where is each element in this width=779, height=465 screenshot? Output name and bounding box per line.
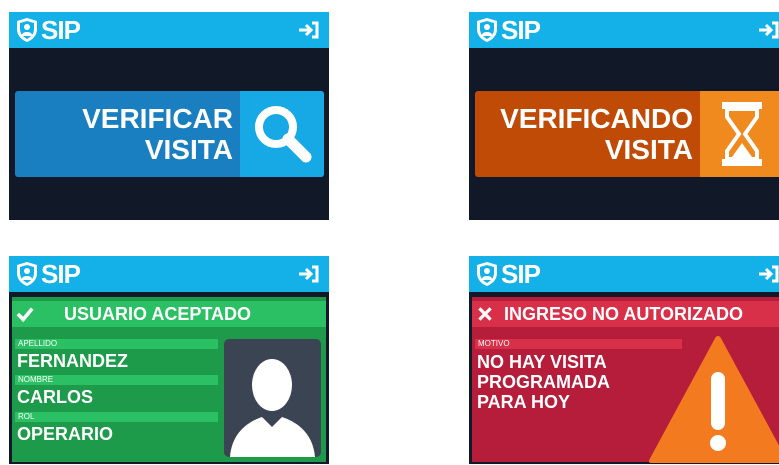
hourglass-icon (722, 102, 762, 166)
verifying-visit-line2: VISITA (604, 134, 693, 165)
last-name-label: APELLIDO (15, 339, 218, 349)
app-logo: SIP (475, 259, 541, 289)
checkmark-icon (12, 301, 38, 327)
denied-banner-text: INGRESO NO AUTORIZADO (504, 304, 744, 324)
accepted-banner-text: USUARIO ACEPTADO (64, 304, 252, 324)
search-icon-box (240, 91, 324, 177)
user-accepted-card: USUARIO ACEPTADO APELLIDO FERNANDEZ NOMB… (12, 297, 326, 462)
verifying-screen: SIP VERIFICANDO VISITA (469, 12, 779, 220)
user-photo-placeholder (224, 339, 321, 457)
app-header: SIP (9, 256, 329, 292)
logout-icon[interactable] (757, 21, 779, 39)
access-denied-card: INGRESO NO AUTORIZADO MOTIVO NO HAY VISI… (472, 297, 779, 463)
warning-icon (649, 336, 779, 463)
app-logo-text: SIP (41, 15, 81, 45)
logout-icon[interactable] (757, 265, 779, 283)
user-silhouette-icon (230, 359, 315, 457)
shield-icon (17, 262, 37, 286)
accepted-banner: USUARIO ACEPTADO (12, 301, 326, 327)
app-logo-text: SIP (501, 15, 541, 45)
role-value: OPERARIO (17, 424, 114, 444)
last-name-value: FERNANDEZ (17, 351, 128, 371)
verify-visit-button[interactable]: VERIFICAR VISITA (15, 91, 324, 177)
shield-icon (477, 262, 497, 286)
app-logo-text: SIP (501, 259, 541, 289)
app-logo: SIP (15, 15, 81, 45)
search-icon (255, 106, 312, 163)
app-header: SIP (469, 12, 779, 48)
role-label: ROL (15, 412, 218, 422)
logout-icon[interactable] (297, 21, 319, 39)
hourglass-icon-box (700, 91, 779, 177)
verifying-visit-label: VERIFICANDO VISITA (475, 103, 693, 165)
reason-line-1: NO HAY VISITA (477, 352, 607, 372)
app-logo-text: SIP (41, 259, 81, 289)
app-header: SIP (9, 12, 329, 48)
verifying-visit-line1: VERIFICANDO (500, 103, 693, 134)
accepted-screen: SIP USUARIO ACEPTADO APELLIDO FERNANDEZ … (9, 256, 329, 464)
first-name-label: NOMBRE (15, 375, 218, 385)
shield-icon (477, 18, 497, 42)
denied-screen: SIP INGRESO NO AUTORIZADO MOTIVO NO HAY … (469, 256, 779, 464)
app-logo: SIP (15, 259, 81, 289)
verify-screen: SIP VERIFICAR VISITA (9, 12, 329, 220)
close-icon (472, 301, 498, 327)
app-header: SIP (469, 256, 779, 292)
verifying-visit-status: VERIFICANDO VISITA (475, 91, 779, 177)
reason-line-2: PROGRAMADA (477, 372, 610, 392)
shield-icon (17, 18, 37, 42)
denied-banner: INGRESO NO AUTORIZADO (472, 301, 779, 327)
first-name-value: CARLOS (17, 387, 93, 407)
logout-icon[interactable] (297, 265, 319, 283)
verify-visit-label: VERIFICAR VISITA (15, 103, 233, 165)
app-logo: SIP (475, 15, 541, 45)
reason-label: MOTIVO (475, 339, 682, 349)
verify-visit-line1: VERIFICAR (82, 103, 233, 134)
reason-line-3: PARA HOY (477, 392, 571, 412)
verify-visit-line2: VISITA (144, 134, 233, 165)
